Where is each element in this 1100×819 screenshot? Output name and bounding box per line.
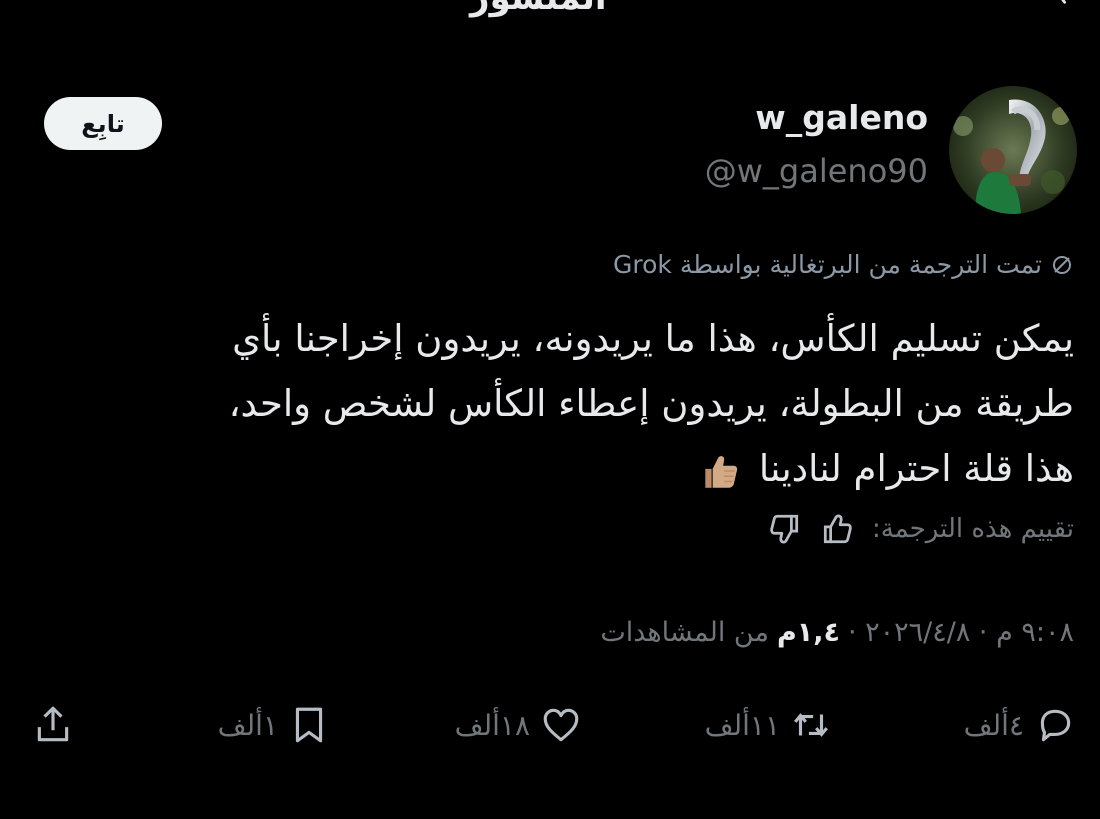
translation-note-text: تمت الترجمة من البرتغالية بواسطة Grok	[613, 250, 1042, 279]
rate-translation-row: تقييم هذه الترجمة:	[768, 512, 1074, 546]
tweet-text-line-3-text: هذا قلة احترام لنادينا	[758, 447, 1074, 490]
tweet-text-line-3: هذا قلة احترام لنادينا	[54, 436, 1074, 501]
thumbs-down-icon[interactable]	[768, 512, 802, 546]
tweet-text: يمكن تسليم الكأس، هذا ما يريدونه، يريدون…	[54, 306, 1074, 501]
thumbs-up-icon[interactable]	[820, 512, 854, 546]
translate-icon	[1053, 255, 1071, 274]
top-clipped-header: المنشور	[0, 0, 1100, 18]
author-handle[interactable]: @w_galeno90	[705, 152, 928, 190]
rate-translation-label: تقييم هذه الترجمة:	[871, 514, 1074, 544]
tweet-timestamp[interactable]: ٩:٠٨ م · ٢٠٢٦/٤/٨ ·	[848, 617, 1074, 648]
divider	[0, 680, 1100, 681]
retweet-button[interactable]: ١١ألف	[705, 704, 832, 746]
chevron-icon	[1061, 0, 1067, 4]
author-display-name[interactable]: w_galeno	[755, 98, 928, 137]
tweet-text-line-2: طريقة من البطولة، يريدون إعطاء الكأس لشخ…	[228, 382, 1074, 425]
thumbs-up-emoji-icon	[705, 455, 738, 488]
heart-icon	[543, 708, 579, 742]
share-icon	[37, 706, 69, 742]
bookmark-count: ١ألف	[217, 708, 278, 742]
reply-count: ٤ألف	[963, 708, 1024, 742]
retweet-count: ١١ألف	[704, 708, 780, 742]
bookmark-button[interactable]: ١ألف	[218, 704, 330, 746]
reply-icon	[1040, 709, 1071, 742]
views-count: ١,٤م	[776, 617, 840, 648]
translation-note: تمت الترجمة من البرتغالية بواسطة Grok	[613, 250, 1074, 279]
views-label: من المشاهدات	[600, 617, 769, 648]
avatar-image	[949, 86, 1077, 214]
bookmark-icon	[295, 707, 323, 743]
like-count: ١٨ألف	[454, 708, 530, 742]
retweet-icon	[794, 713, 828, 737]
tweet-meta: ٩:٠٨ م · ٢٠٢٦/٤/٨ · ١,٤م من المشاهدات	[600, 617, 1074, 648]
share-button[interactable]	[32, 704, 74, 746]
like-button[interactable]: ١٨ألف	[455, 704, 582, 746]
clipped-header-text: المنشور	[470, 0, 607, 18]
reply-button[interactable]: ٤ألف	[964, 704, 1076, 746]
follow-button[interactable]: تابِع	[44, 97, 162, 150]
action-bar: ٤ألف ١١ألف ١٨ألف ١ألف	[0, 704, 1100, 764]
avatar[interactable]	[949, 86, 1077, 214]
tweet-text-line-1: يمكن تسليم الكأس، هذا ما يريدونه، يريدون…	[232, 317, 1074, 360]
